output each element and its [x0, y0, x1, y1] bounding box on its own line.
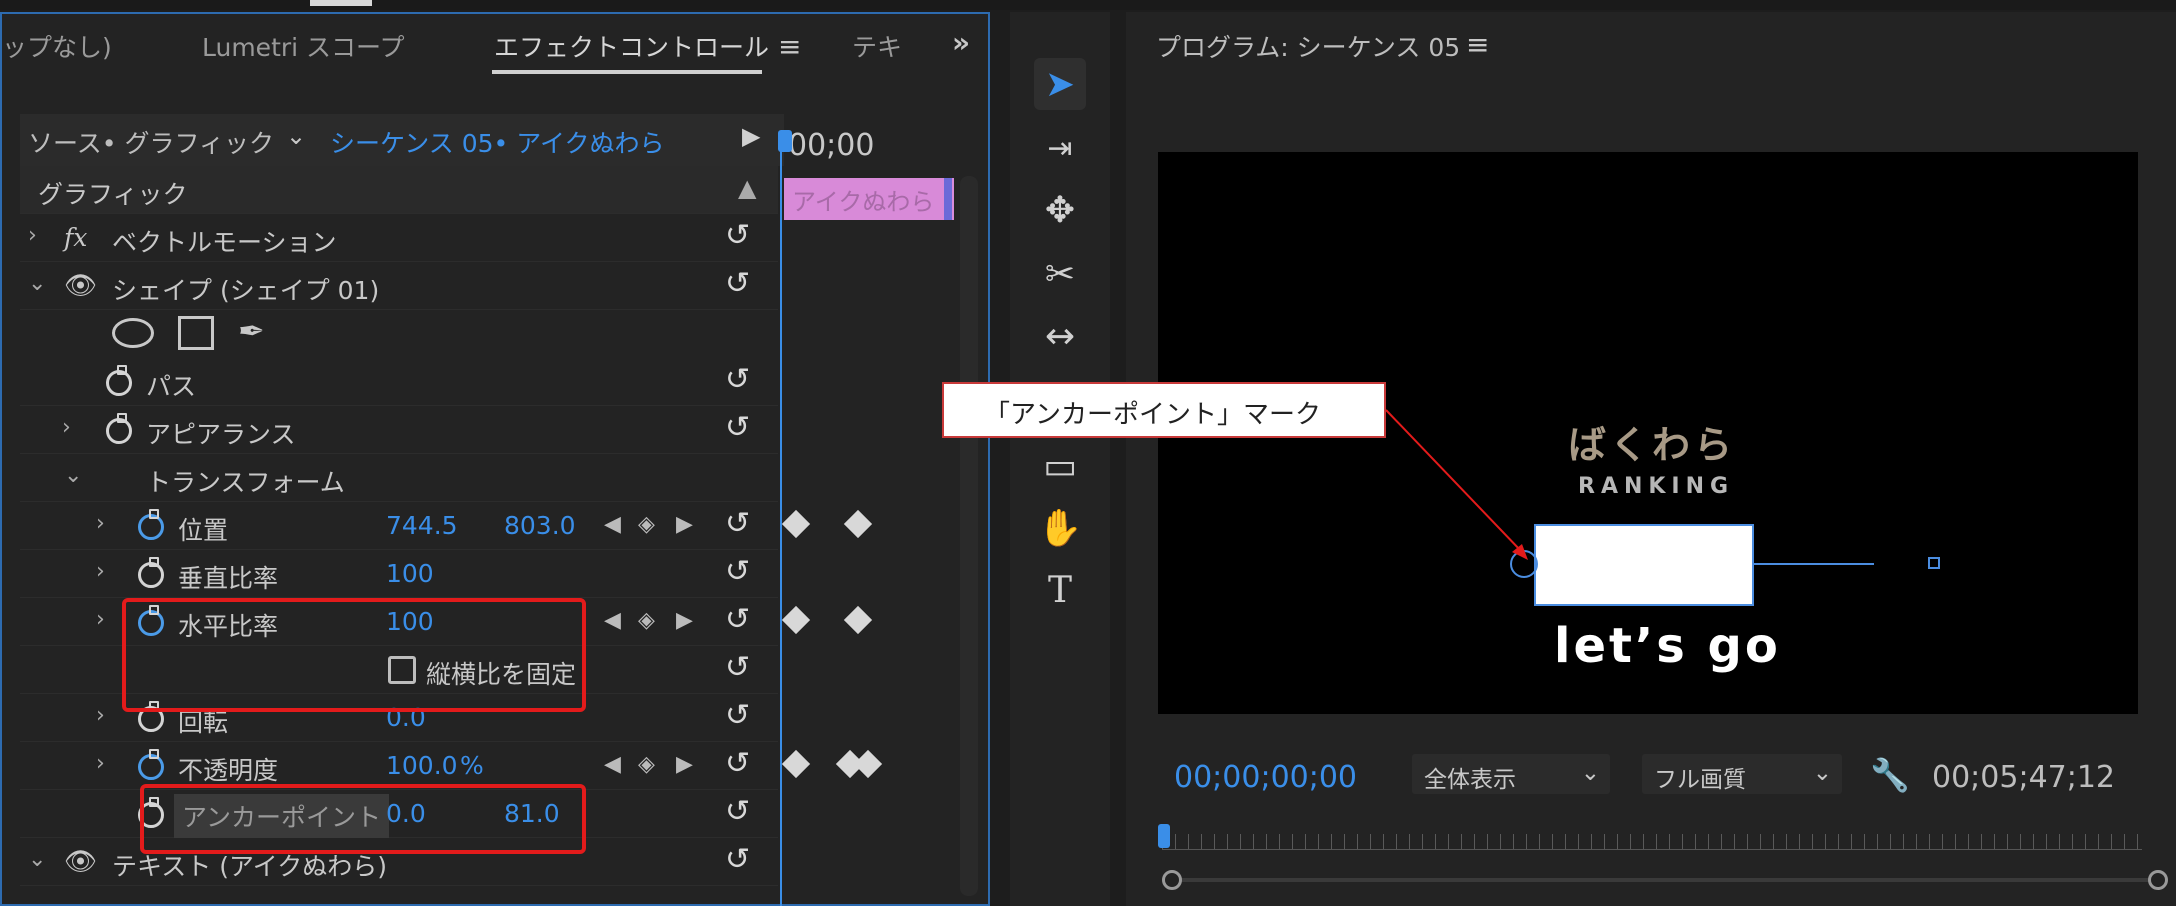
- annotation-arrow: [1385, 409, 1528, 560]
